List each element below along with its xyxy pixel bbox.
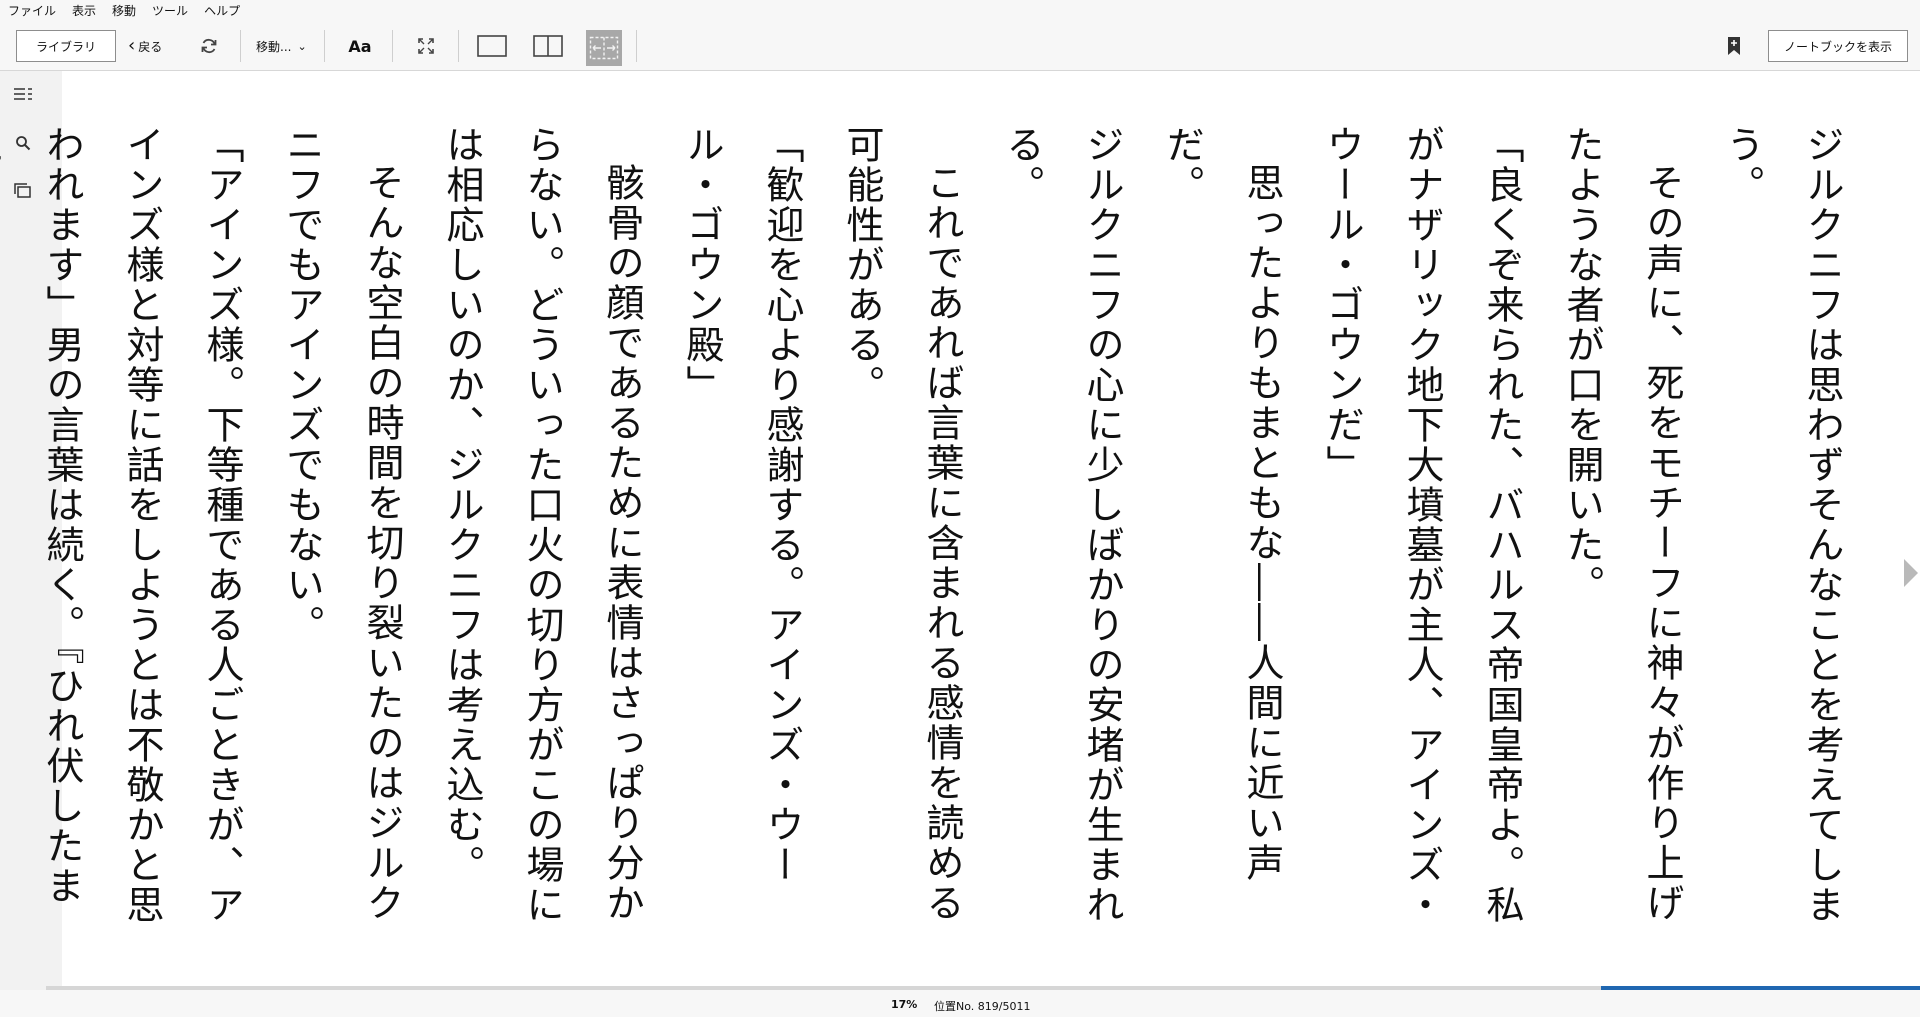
menu-help[interactable]: ヘルプ: [196, 0, 248, 22]
bookmark-plus-icon: [1728, 37, 1740, 55]
font-settings-label: Aa: [348, 36, 372, 56]
book-paragraph: 「アインズ様。下等種である人ごときが、アインズ様と対等に話をしようとは不敬かと思…: [0, 125, 244, 925]
next-page-arrow-icon[interactable]: [1904, 559, 1918, 587]
fit-width-view-button[interactable]: [586, 30, 622, 66]
status-bar: 17% 位置No. 819/5011: [0, 990, 1920, 1017]
show-notebook-label: ノートブックを表示: [1783, 39, 1892, 54]
book-paragraph: ジルクニフの心に少しばかりの安堵が生まれる。: [1000, 125, 1124, 925]
show-notebook-button[interactable]: ノートブックを表示: [1768, 30, 1908, 62]
sync-button[interactable]: [196, 33, 222, 59]
reading-pane[interactable]: ジルクニフは思わずそんなことを考えてしまう。 その声に、死をモチーフに神々が作り上…: [0, 71, 1920, 986]
book-paragraph: ジルクニフは思わずそんなことを考えてしまう。: [1720, 125, 1844, 925]
single-page-icon: [477, 35, 507, 57]
book-paragraph: 「歓迎を心より感謝する。アインズ・ウール・ゴウン殿」: [680, 125, 804, 885]
book-paragraph: これであれば言葉に含まれる感情を読める可能性がある。: [840, 125, 964, 923]
back-button-label: 戻る: [138, 39, 163, 54]
back-button[interactable]: ‹ 戻る: [128, 30, 162, 62]
fit-width-icon: [589, 36, 619, 60]
location-indicator: 位置No. 819/5011: [934, 1000, 1031, 1013]
toc-icon: [14, 88, 32, 100]
table-of-contents-button[interactable]: [10, 81, 36, 107]
toolbar: ライブラリ ‹ 戻る 移動... ⌄ Aa ノートブックを表示: [0, 22, 1920, 71]
font-settings-button[interactable]: Aa: [344, 30, 376, 62]
fullscreen-button[interactable]: [410, 30, 442, 62]
book-paragraph: その声に、死をモチーフに神々が作り上げたような者が口を開いた。: [1560, 125, 1684, 923]
go-to-label: 移動...: [256, 39, 292, 54]
menu-bar: ファイル 表示 移動 ツール ヘルプ: [0, 0, 1920, 23]
book-paragraph: そんな空白の時間を切り裂いたのはジルクニフでもアインズでもない。: [280, 125, 404, 923]
go-to-dropdown[interactable]: 移動... ⌄: [256, 30, 307, 62]
library-button[interactable]: ライブラリ: [16, 30, 116, 62]
menu-tools[interactable]: ツール: [144, 0, 196, 22]
toolbar-divider: [636, 30, 637, 62]
add-bookmark-button[interactable]: [1720, 32, 1748, 60]
toolbar-divider: [392, 30, 393, 62]
chevron-left-icon: ‹: [128, 35, 136, 56]
expand-icon: [418, 38, 434, 54]
chevron-down-icon: ⌄: [297, 39, 307, 53]
book-paragraph: 骸骨の顔であるために表情はさっぱり分からない。どういった口火の切り方がこの場には…: [440, 125, 644, 925]
toolbar-divider: [324, 30, 325, 62]
book-page-text: ジルクニフは思わずそんなことを考えてしまう。 その声に、死をモチーフに神々が作り上…: [0, 125, 1862, 925]
two-page-view-button[interactable]: [532, 30, 564, 62]
book-paragraph: 「良くぞ来られた、バハルス帝国皇帝よ。私がナザリック地下大墳墓が主人、アインズ・…: [1320, 125, 1524, 925]
book-paragraph: 思ったよりもまともな――人間に近い声だ。: [1160, 125, 1284, 883]
toolbar-divider: [240, 30, 241, 62]
two-page-icon: [533, 35, 563, 57]
progress-percent: 17%: [891, 998, 918, 1011]
toolbar-divider: [458, 30, 459, 62]
menu-go[interactable]: 移動: [104, 0, 144, 22]
single-page-view-button[interactable]: [476, 30, 508, 62]
library-button-label: ライブラリ: [35, 39, 96, 54]
menu-view[interactable]: 表示: [64, 0, 104, 22]
refresh-icon: [201, 38, 217, 54]
menu-file[interactable]: ファイル: [0, 0, 64, 22]
